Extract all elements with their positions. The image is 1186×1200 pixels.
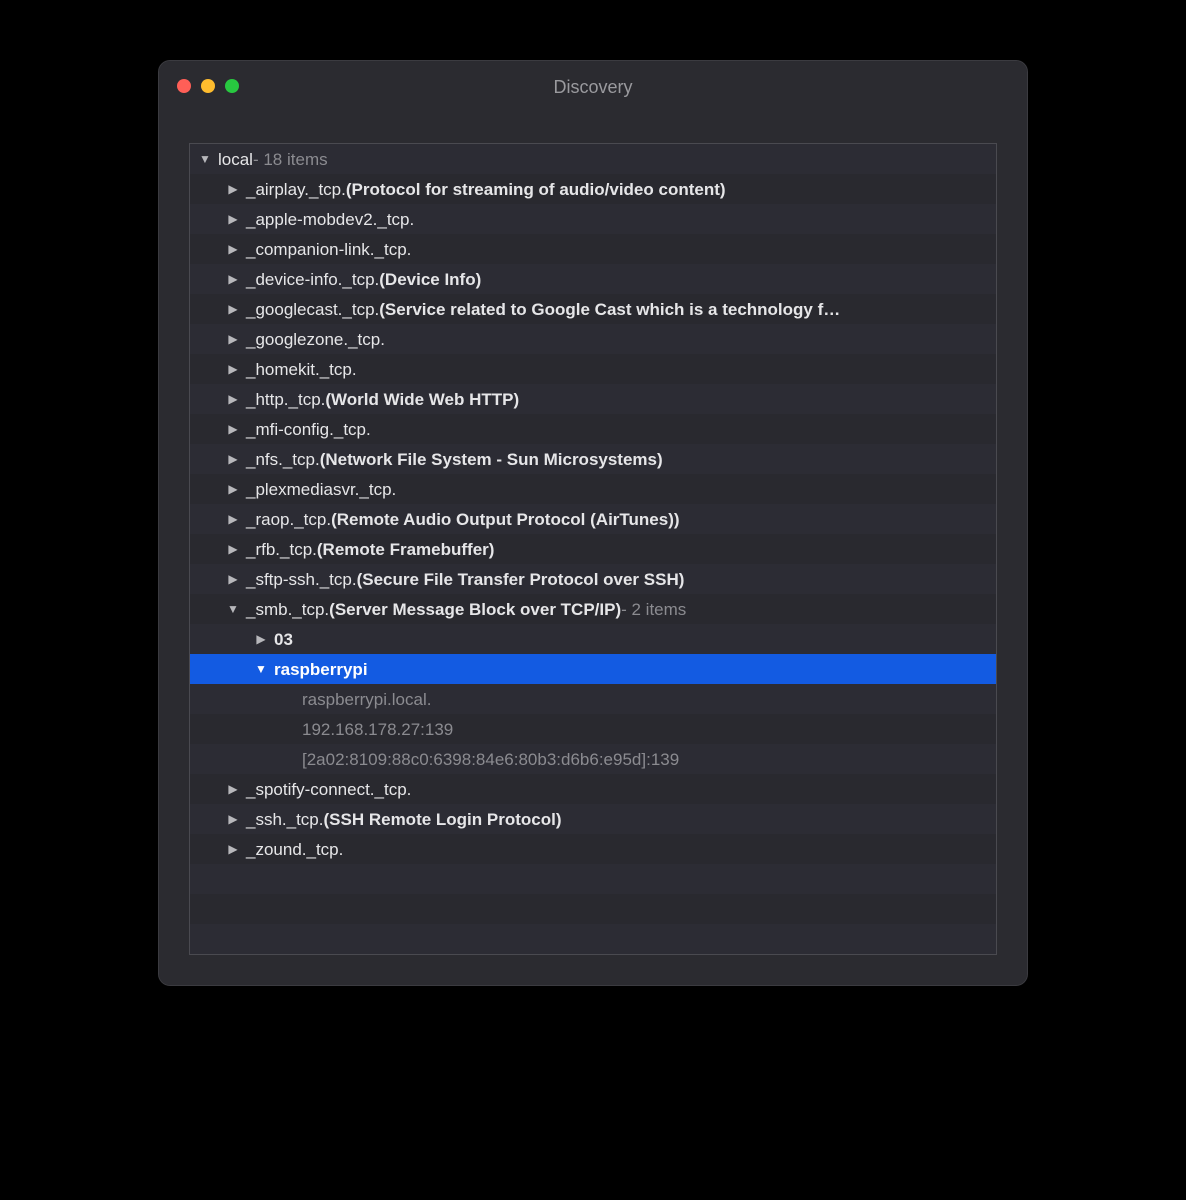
empty-row	[190, 894, 996, 924]
service-description: (Remote Audio Output Protocol (AirTunes)…	[331, 511, 679, 528]
service-row[interactable]: ▶ _raop._tcp. (Remote Audio Output Protoc…	[190, 504, 996, 534]
disclosure-down-icon[interactable]: ▼	[226, 603, 240, 615]
discovery-window: Discovery ▼ local - 18 items ▶ _airplay._tc…	[158, 60, 1028, 986]
service-description: (Service related to Google Cast which is…	[379, 301, 840, 318]
tree-root[interactable]: ▼ local - 18 items	[190, 144, 996, 174]
service-name: _airplay._tcp.	[246, 181, 346, 198]
service-name: _raop._tcp.	[246, 511, 331, 528]
tree-root-count: - 18 items	[253, 151, 328, 168]
disclosure-right-icon[interactable]: ▶	[226, 363, 240, 375]
service-name: _mfi-config._tcp.	[246, 421, 371, 438]
service-row[interactable]: ▶ _googlezone._tcp.	[190, 324, 996, 354]
instance-detail-row[interactable]: ▶192.168.178.27:139	[190, 714, 996, 744]
disclosure-right-icon[interactable]: ▶	[226, 243, 240, 255]
instance-row[interactable]: ▶ 03	[190, 624, 996, 654]
service-row[interactable]: ▶ _spotify-connect._tcp.	[190, 774, 996, 804]
instance-detail: 192.168.178.27:139	[302, 721, 453, 738]
service-name: _sftp-ssh._tcp.	[246, 571, 357, 588]
service-name: _zound._tcp.	[246, 841, 343, 858]
disclosure-right-icon[interactable]: ▶	[226, 843, 240, 855]
instance-detail: raspberrypi.local.	[302, 691, 431, 708]
service-row[interactable]: ▶ _googlecast._tcp. (Service related to G…	[190, 294, 996, 324]
service-name: _http._tcp.	[246, 391, 325, 408]
service-name: _nfs._tcp.	[246, 451, 320, 468]
service-row[interactable]: ▶ _nfs._tcp. (Network File System - Sun M…	[190, 444, 996, 474]
disclosure-right-icon[interactable]: ▶	[226, 483, 240, 495]
disclosure-right-icon[interactable]: ▶	[226, 303, 240, 315]
instance-name: 03	[274, 631, 293, 648]
service-name: _companion-link._tcp.	[246, 241, 411, 258]
service-description: (Protocol for streaming of audio/video c…	[346, 181, 726, 198]
disclosure-right-icon[interactable]: ▶	[226, 783, 240, 795]
disclosure-right-icon[interactable]: ▶	[226, 573, 240, 585]
empty-row	[190, 864, 996, 894]
service-tree[interactable]: ▼ local - 18 items ▶ _airplay._tcp. (Protoc…	[189, 143, 997, 955]
service-row[interactable]: ▶ _sftp-ssh._tcp. (Secure File Transfer P…	[190, 564, 996, 594]
service-description: (Secure File Transfer Protocol over SSH)	[357, 571, 685, 588]
service-row[interactable]: ▶ _mfi-config._tcp.	[190, 414, 996, 444]
tree-root-label: local	[218, 151, 253, 168]
service-row[interactable]: ▶ _apple-mobdev2._tcp.	[190, 204, 996, 234]
service-name: _homekit._tcp.	[246, 361, 357, 378]
service-row[interactable]: ▶ _zound._tcp.	[190, 834, 996, 864]
disclosure-right-icon[interactable]: ▶	[226, 183, 240, 195]
service-row[interactable]: ▶ _device-info._tcp. (Device Info)	[190, 264, 996, 294]
service-count: - 2 items	[621, 601, 686, 618]
instance-name: raspberrypi	[274, 661, 368, 678]
service-row[interactable]: ▶ _homekit._tcp.	[190, 354, 996, 384]
service-description: (World Wide Web HTTP)	[325, 391, 519, 408]
service-name: _ssh._tcp.	[246, 811, 324, 828]
window-controls	[177, 79, 239, 93]
service-description: (Network File System - Sun Microsystems)	[320, 451, 663, 468]
service-name: _smb._tcp.	[246, 601, 329, 618]
disclosure-right-icon[interactable]: ▶	[226, 423, 240, 435]
disclosure-right-icon[interactable]: ▶	[226, 813, 240, 825]
service-description: (Remote Framebuffer)	[317, 541, 495, 558]
disclosure-right-icon[interactable]: ▶	[226, 213, 240, 225]
service-description: (SSH Remote Login Protocol)	[324, 811, 562, 828]
disclosure-right-icon[interactable]: ▶	[226, 273, 240, 285]
service-name: _device-info._tcp.	[246, 271, 379, 288]
service-name: _plexmediasvr._tcp.	[246, 481, 396, 498]
instance-detail: [2a02:8109:88c0:6398:84e6:80b3:d6b6:e95d…	[302, 751, 679, 768]
titlebar[interactable]: Discovery	[159, 61, 1027, 113]
service-row[interactable]: ▶ _companion-link._tcp.	[190, 234, 996, 264]
service-description: (Server Message Block over TCP/IP)	[329, 601, 621, 618]
service-row[interactable]: ▶ _plexmediasvr._tcp.	[190, 474, 996, 504]
service-name: _rfb._tcp.	[246, 541, 317, 558]
close-icon[interactable]	[177, 79, 191, 93]
service-name: _spotify-connect._tcp.	[246, 781, 411, 798]
minimize-icon[interactable]	[201, 79, 215, 93]
service-description: (Device Info)	[379, 271, 481, 288]
window-title: Discovery	[553, 77, 632, 98]
zoom-icon[interactable]	[225, 79, 239, 93]
disclosure-right-icon[interactable]: ▶	[254, 633, 268, 645]
disclosure-right-icon[interactable]: ▶	[226, 393, 240, 405]
instance-detail-row[interactable]: ▶[2a02:8109:88c0:6398:84e6:80b3:d6b6:e95…	[190, 744, 996, 774]
disclosure-right-icon[interactable]: ▶	[226, 543, 240, 555]
content-area: ▼ local - 18 items ▶ _airplay._tcp. (Protoc…	[159, 113, 1027, 985]
instance-row[interactable]: ▼ raspberrypi	[190, 654, 996, 684]
service-row[interactable]: ▶ _ssh._tcp. (SSH Remote Login Protocol)	[190, 804, 996, 834]
service-row[interactable]: ▶ _airplay._tcp. (Protocol for streaming …	[190, 174, 996, 204]
service-row[interactable]: ▶ _http._tcp. (World Wide Web HTTP)	[190, 384, 996, 414]
instance-detail-row[interactable]: ▶raspberrypi.local.	[190, 684, 996, 714]
empty-row	[190, 924, 996, 954]
service-row[interactable]: ▼ _smb._tcp. (Server Message Block over T…	[190, 594, 996, 624]
disclosure-down-icon[interactable]: ▼	[198, 153, 212, 165]
service-row[interactable]: ▶ _rfb._tcp. (Remote Framebuffer)	[190, 534, 996, 564]
service-name: _googlezone._tcp.	[246, 331, 385, 348]
disclosure-right-icon[interactable]: ▶	[226, 333, 240, 345]
disclosure-right-icon[interactable]: ▶	[226, 453, 240, 465]
disclosure-down-icon[interactable]: ▼	[254, 663, 268, 675]
service-name: _apple-mobdev2._tcp.	[246, 211, 414, 228]
service-name: _googlecast._tcp.	[246, 301, 379, 318]
disclosure-right-icon[interactable]: ▶	[226, 513, 240, 525]
